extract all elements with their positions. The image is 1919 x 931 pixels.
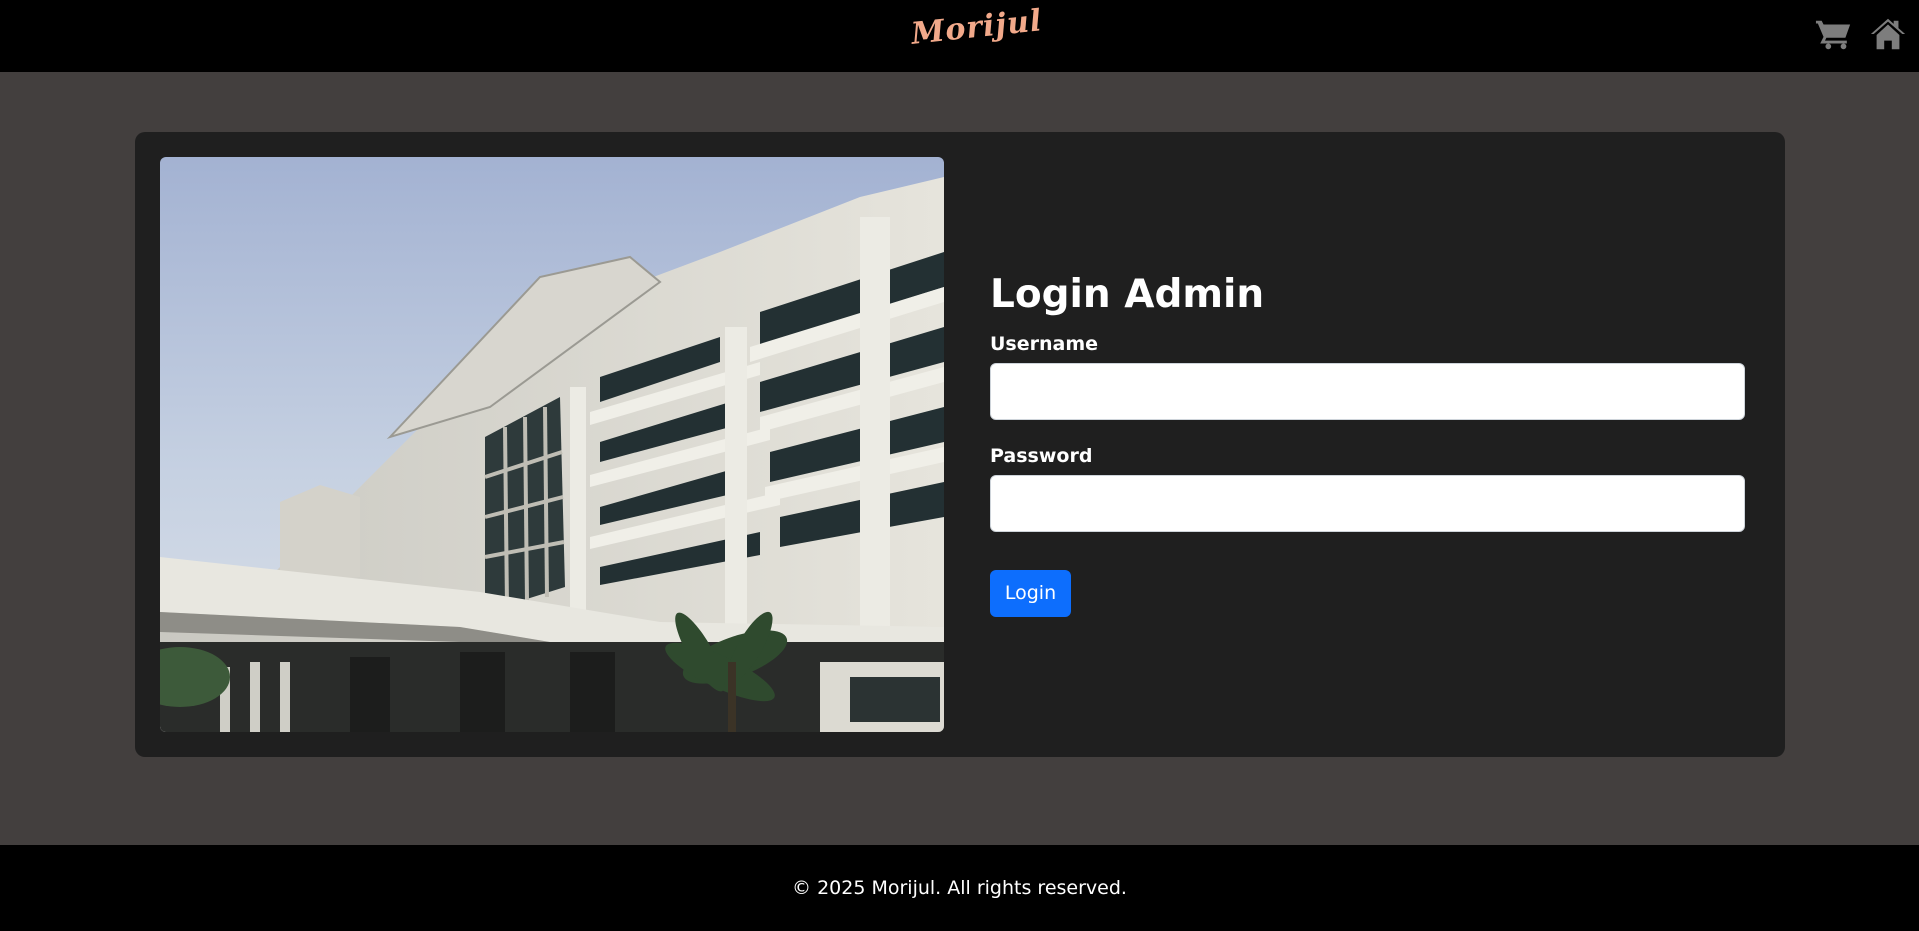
login-button[interactable]: Login xyxy=(990,569,1071,617)
home-icon[interactable] xyxy=(1869,16,1907,52)
copyright-text: © 2025 Morijul. All rights reserved. xyxy=(792,877,1127,899)
cart-icon[interactable] xyxy=(1815,16,1853,52)
header-actions xyxy=(1815,16,1907,52)
brand-logo[interactable]: Morijul xyxy=(910,3,1044,52)
campus-building-photo xyxy=(160,157,944,732)
username-input[interactable] xyxy=(990,362,1745,420)
login-title: Login Admin xyxy=(990,272,1265,317)
top-navbar: Morijul xyxy=(0,0,1919,72)
password-input[interactable] xyxy=(990,474,1745,532)
username-label: Username xyxy=(990,332,1099,355)
login-form: Login Admin Username Password Login xyxy=(990,272,1745,617)
footer: © 2025 Morijul. All rights reserved. xyxy=(0,845,1919,931)
password-label: Password xyxy=(990,444,1093,467)
login-card: Login Admin Username Password Login xyxy=(135,132,1785,757)
